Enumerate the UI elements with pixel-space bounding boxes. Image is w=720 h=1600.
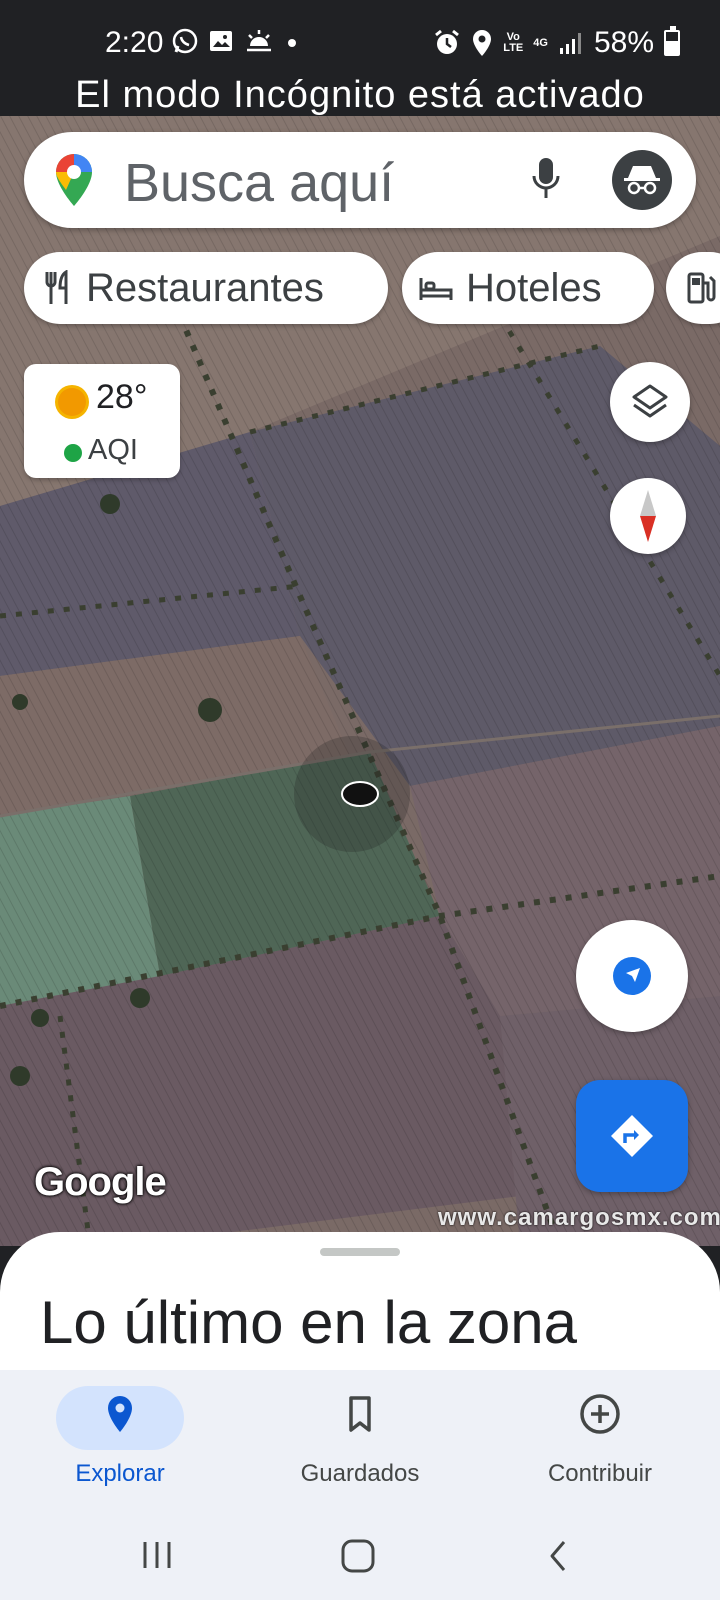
signal-icon [559, 33, 581, 54]
google-maps-logo-icon [56, 154, 92, 206]
volte-indicator: Vo LTE [503, 31, 524, 54]
aqi-label: AQI [88, 434, 138, 466]
nav-contribute[interactable]: Contribuir [480, 1370, 720, 1516]
bottom-navigation: Explorar Guardados Contribuir [0, 1370, 720, 1516]
compass-icon [640, 490, 656, 542]
nav-label: Contribuir [547, 1460, 653, 1487]
status-right: Vo LTE 4G 58% [433, 26, 680, 60]
sunny-icon [58, 388, 86, 416]
location-icon [473, 30, 492, 56]
system-navigation-bar [0, 1516, 720, 1600]
notification-icons [172, 28, 300, 54]
nav-saved[interactable]: Guardados [240, 1370, 480, 1516]
my-location-button[interactable] [576, 920, 688, 1032]
back-icon[interactable] [546, 1538, 570, 1574]
restaurant-icon [45, 270, 68, 304]
layers-button[interactable] [610, 362, 690, 442]
mic-icon[interactable] [530, 156, 562, 202]
sheet-title: Lo último en la zona [40, 1289, 578, 1356]
whatsapp-icon [172, 28, 198, 54]
layers-icon [632, 384, 668, 418]
directions-icon [611, 1115, 653, 1157]
nav-explore[interactable]: Explorar [0, 1370, 240, 1516]
battery-icon [664, 26, 680, 56]
bottom-sheet[interactable]: Lo último en la zona [0, 1232, 720, 1372]
search-bar[interactable]: Busca aquí [24, 132, 696, 228]
chip-hotels[interactable]: Hoteles [402, 252, 654, 324]
incognito-banner: El modo Incógnito está activado [0, 74, 720, 118]
bookmark-icon [349, 1396, 371, 1432]
status-time: 2:20 [105, 26, 164, 59]
search-input[interactable]: Busca aquí [124, 152, 394, 214]
gas-station-icon [687, 272, 716, 304]
add-circle-icon [580, 1394, 620, 1434]
recent-apps-icon[interactable] [140, 1538, 174, 1572]
weather-icon [247, 30, 271, 52]
directions-button[interactable] [576, 1080, 688, 1192]
chip-label: Restaurantes [86, 265, 324, 310]
chip-label: Hoteles [466, 265, 602, 310]
alarm-icon [435, 29, 460, 54]
nav-label: Guardados [300, 1460, 420, 1487]
google-attribution: Google [34, 1160, 167, 1204]
gallery-icon [210, 31, 232, 51]
incognito-avatar[interactable] [612, 150, 672, 210]
hotel-icon [419, 278, 453, 300]
aqi-status-dot [64, 444, 82, 462]
navigation-arrow-icon [613, 957, 651, 995]
incognito-icon [624, 166, 660, 195]
compass-button[interactable] [610, 478, 686, 554]
temperature: 28° [96, 378, 148, 416]
network-type: 4G [533, 36, 548, 49]
nav-label: Explorar [75, 1460, 165, 1487]
home-icon[interactable] [340, 1538, 376, 1574]
dot-icon [288, 39, 296, 47]
sheet-handle[interactable] [320, 1248, 400, 1256]
weather-widget[interactable]: 28° AQI [24, 364, 180, 478]
watermark: www.camargosmx.com [438, 1204, 720, 1231]
chip-restaurants[interactable]: Restaurantes [24, 252, 388, 324]
battery-percent: 58% [593, 26, 654, 59]
location-pin-icon [108, 1396, 132, 1432]
